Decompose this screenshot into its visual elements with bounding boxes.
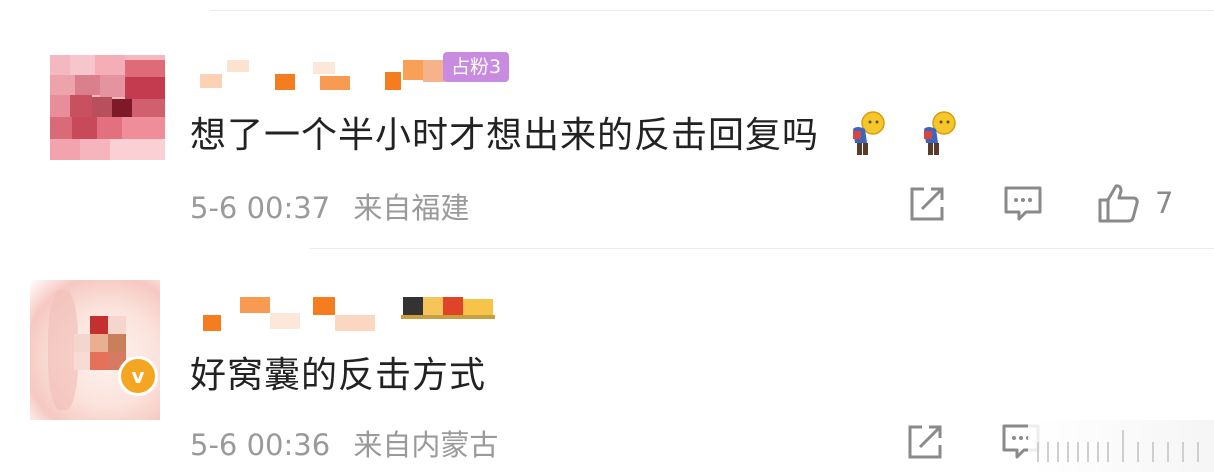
comment-icon: [1004, 186, 1042, 221]
username[interactable]: [195, 293, 505, 333]
comment-text-content: 好窝囊的反击方式: [190, 355, 487, 396]
comment-date: 5-6 00:36: [190, 428, 331, 462]
verified-badge: v: [118, 356, 158, 396]
emoji-bowing-man-icon: [845, 109, 889, 166]
like-button[interactable]: 7: [1097, 182, 1173, 224]
repost-button[interactable]: [907, 184, 947, 224]
comment-item: v 好窝囊的反击方式 5-6 00:36 来自内蒙古: [0, 250, 1214, 472]
repost-icon: [908, 425, 942, 459]
fan-level-badge: 占粉3: [443, 52, 510, 82]
repost-icon: [910, 187, 944, 221]
username[interactable]: [195, 52, 455, 92]
comment-location: 来自内蒙古: [353, 428, 499, 462]
like-count: 7: [1155, 186, 1174, 220]
comment-text: 好窝囊的反击方式: [190, 346, 486, 398]
comment-date: 5-6 00:37: [190, 191, 331, 225]
emoji-bowing-man-icon: [916, 109, 960, 166]
comment-location: 来自福建: [353, 191, 470, 225]
like-icon: [1098, 184, 1139, 223]
avatar[interactable]: [30, 280, 160, 420]
watermark-overlay: [1028, 420, 1214, 472]
comment-text-content: 想了一个半小时才想出来的反击回复吗: [190, 115, 820, 156]
repost-button[interactable]: [905, 422, 945, 462]
comment-text: 想了一个半小时才想出来的反击回复吗: [190, 106, 960, 166]
comment-meta: 5-6 00:36 来自内蒙古: [190, 422, 498, 464]
comment-button[interactable]: [1002, 184, 1044, 224]
comment-item: 占粉3 想了一个半小时才想出来的反击回复吗 5-6 00:37 来自福建 7: [0, 0, 1214, 250]
comment-meta: 5-6 00:37 来自福建: [190, 185, 469, 227]
comment-divider: [310, 248, 1214, 249]
avatar[interactable]: [50, 55, 165, 160]
